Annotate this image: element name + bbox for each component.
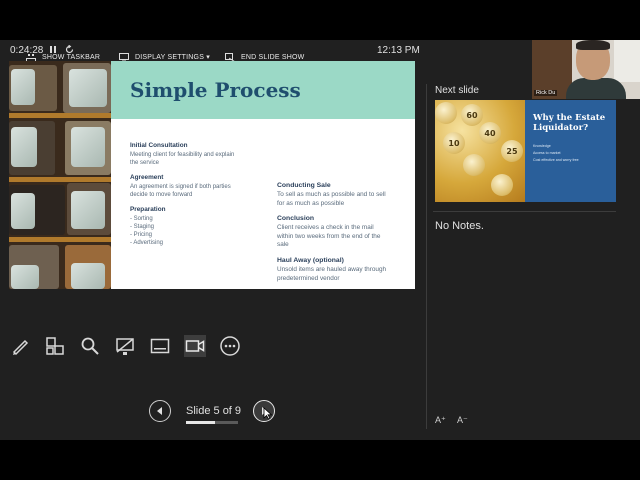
key: 25 xyxy=(501,140,523,162)
clock: 12:13 PM xyxy=(377,45,420,56)
slide-progress-bar xyxy=(186,421,238,424)
item-text: An agreement is signed if both parties xyxy=(130,184,231,190)
zoom-button[interactable] xyxy=(79,335,101,357)
reset-timer-button[interactable] xyxy=(65,44,74,57)
pen-tool-button[interactable] xyxy=(9,335,31,357)
item-heading: Preparation xyxy=(130,206,166,213)
window xyxy=(614,40,640,82)
slide-item: Conducting Sale To sell as much as possi… xyxy=(277,182,407,208)
typewriter-keys-image: 60 40 25 10 xyxy=(435,100,525,202)
slides-grid-icon xyxy=(46,337,64,355)
panel-divider xyxy=(426,84,427,429)
speaker-notes: No Notes. xyxy=(435,220,484,232)
item-heading: Initial Consultation xyxy=(130,142,188,149)
key: 40 xyxy=(479,122,501,144)
item-text: - Advertising xyxy=(130,240,164,246)
mouse-cursor-icon xyxy=(263,407,273,420)
item-text: To sell as much as possible and to sell xyxy=(277,191,386,198)
subtitles-icon xyxy=(150,338,170,354)
item-heading: Conclusion xyxy=(277,215,315,223)
item-text: Client receives a check in the mail xyxy=(277,224,374,232)
item-text: - Sorting xyxy=(130,216,153,222)
more-options-button[interactable] xyxy=(219,335,241,357)
participant-name: Rick Du xyxy=(534,90,558,96)
item-text: predetermined vendor xyxy=(277,274,340,282)
item-heading: Haul Away (optional) xyxy=(277,256,344,264)
next-slide-panel: Why the Estate Liquidator? Knowledge Acc… xyxy=(525,100,616,202)
pen-icon xyxy=(12,339,29,356)
key xyxy=(435,102,457,124)
see-all-slides-button[interactable] xyxy=(44,335,66,357)
pause-timer-button[interactable] xyxy=(49,45,57,57)
slide-counter: Slide 5 of 9 xyxy=(186,405,242,417)
item-text: - Pricing xyxy=(130,232,153,238)
next-slide-bullet: Access to market xyxy=(533,151,561,155)
item-text: for as much as possible xyxy=(277,199,345,207)
item-text: Meeting client for feasibility and expla… xyxy=(130,152,235,158)
key: 60 xyxy=(461,104,483,126)
previous-slide-button[interactable] xyxy=(149,400,171,422)
item-text: the service xyxy=(130,160,160,166)
slide-item: Initial Consultation Meeting client for … xyxy=(130,142,260,167)
person-hair xyxy=(576,40,610,50)
person-body xyxy=(566,78,626,99)
camera-icon xyxy=(185,340,205,352)
black-screen-button[interactable] xyxy=(114,335,136,357)
more-icon xyxy=(220,336,240,356)
next-slide-thumbnail[interactable]: 60 40 25 10 Why the Estate Liquidator? K… xyxy=(435,100,616,202)
laser-pointer-icon xyxy=(116,338,134,355)
next-slide-label: Next slide xyxy=(435,85,479,96)
current-slide[interactable]: Simple Process Initial Consultation Meet… xyxy=(9,61,415,289)
zoom-icon xyxy=(81,337,99,355)
item-text: sale xyxy=(277,241,289,249)
slide-right-column: Conducting Sale To sell as much as possi… xyxy=(277,182,407,289)
slide-progress-fill xyxy=(186,421,215,424)
tv-stack-image xyxy=(9,61,111,289)
previous-arrow-icon xyxy=(157,407,162,415)
subtitles-button[interactable] xyxy=(149,335,171,357)
decrease-font-button[interactable]: A⁻ xyxy=(457,415,468,426)
slide-item: Conclusion Client receives a check in th… xyxy=(277,215,407,250)
next-slide-title: Why the Estate Liquidator? xyxy=(533,113,606,133)
slide-item: Agreement An agreement is signed if both… xyxy=(130,174,260,199)
webcam-video: Rick Du xyxy=(532,40,640,99)
next-slide-bullet: Knowledge xyxy=(533,144,551,148)
notes-divider xyxy=(433,211,616,212)
key xyxy=(463,154,485,176)
key: 10 xyxy=(443,132,465,154)
next-slide-bullet: Cost effective and worry free xyxy=(533,158,579,162)
end-slide-show-label: END SLIDE SHOW xyxy=(241,53,305,61)
slide-item: Haul Away (optional) Unsold items are ha… xyxy=(277,257,407,283)
pause-icon xyxy=(50,46,56,53)
item-heading: Agreement xyxy=(130,174,164,181)
key xyxy=(491,174,513,196)
slide-left-column: Initial Consultation Meeting client for … xyxy=(130,142,260,254)
item-text: - Staging xyxy=(130,224,155,230)
display-settings-label: DISPLAY SETTINGS ▾ xyxy=(135,54,210,61)
slide-item: Preparation - Sorting - Staging - Pricin… xyxy=(130,206,260,247)
item-text: within two weeks from the end of the xyxy=(277,232,381,240)
elapsed-timer: 0:24:28 xyxy=(10,45,44,56)
item-text: decide to move forward xyxy=(130,192,193,198)
item-heading: Conducting Sale xyxy=(277,182,331,189)
reset-icon xyxy=(65,44,74,54)
camera-toggle-button[interactable] xyxy=(184,335,206,357)
slide-title: Simple Process xyxy=(130,78,301,102)
item-text: Unsold items are hauled away through xyxy=(277,265,387,273)
increase-font-button[interactable]: A⁺ xyxy=(435,415,446,426)
